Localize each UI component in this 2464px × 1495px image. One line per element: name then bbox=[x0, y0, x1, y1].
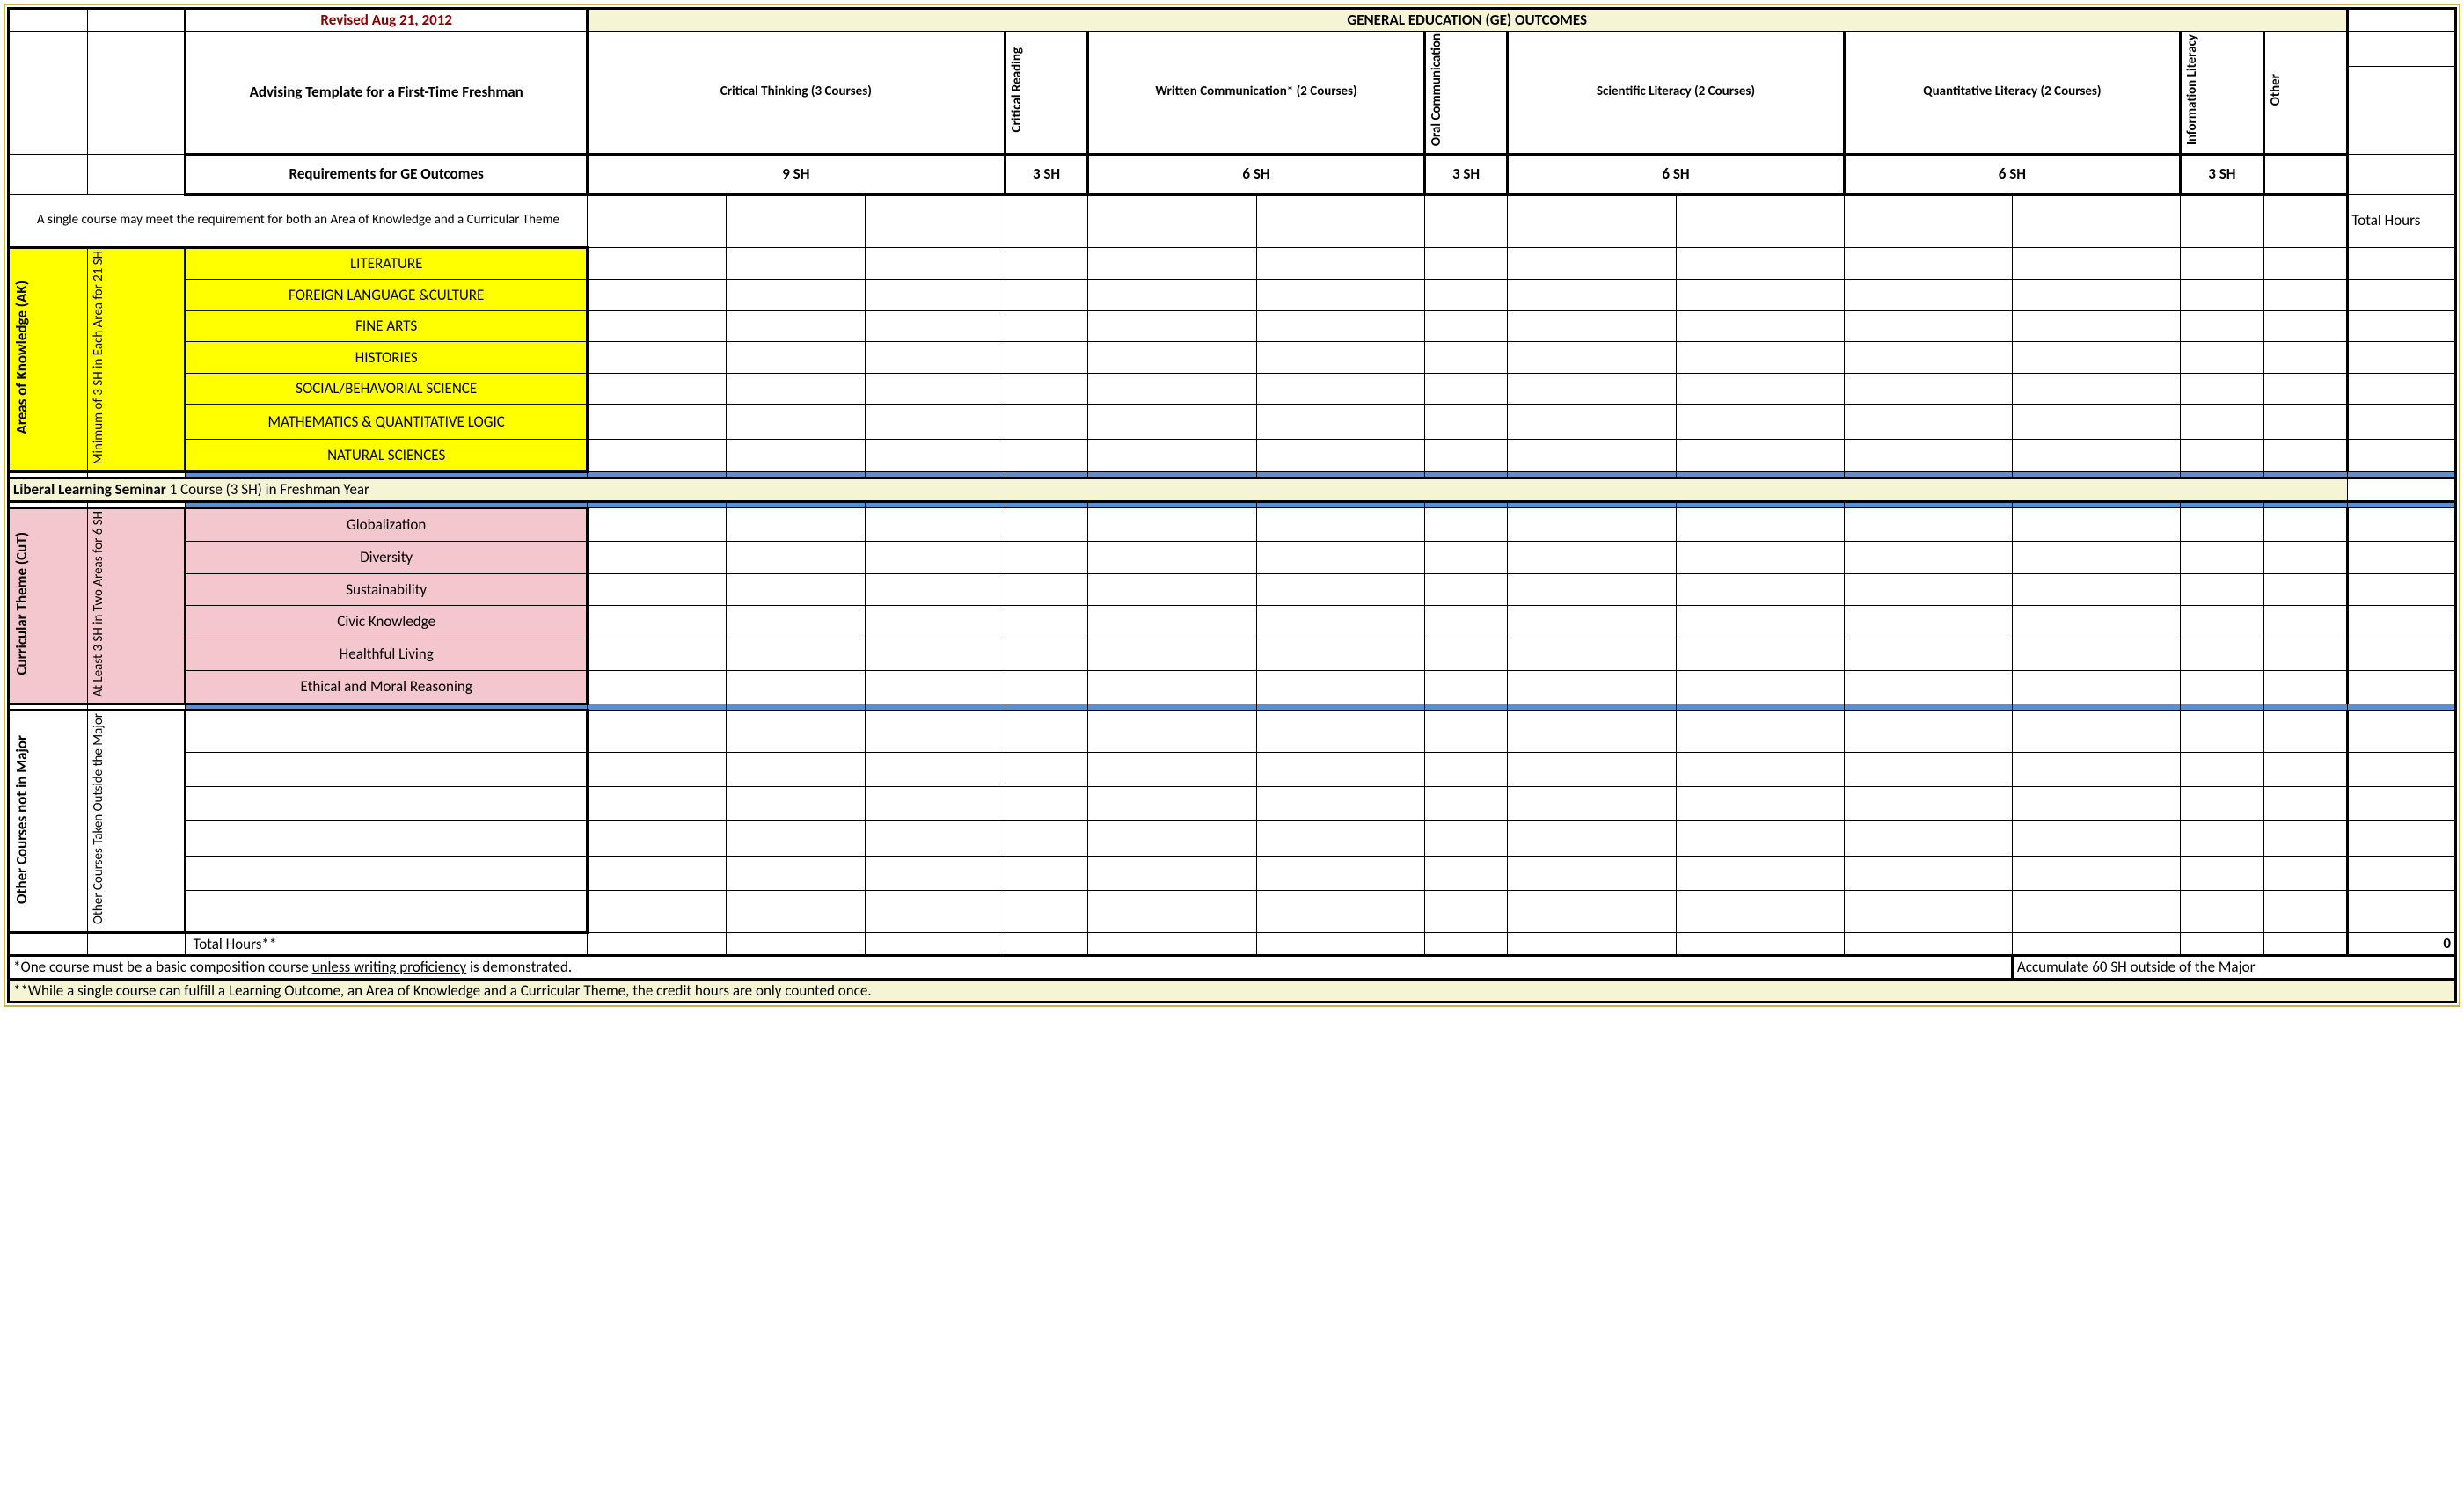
cut-req-label: At Least 3 SH in Two Areas for 6 SH bbox=[88, 507, 186, 704]
ge-outcomes-title: GENERAL EDUCATION (GE) OUTCOMES bbox=[587, 9, 2347, 32]
col-oral-comm: Oral Communication bbox=[1424, 31, 1508, 154]
sh-scientific: 6 SH bbox=[1508, 154, 1844, 194]
cut-row: Healthful Living bbox=[186, 638, 587, 671]
ak-row: LITERATURE bbox=[186, 247, 587, 280]
course-note: A single course may meet the requirement… bbox=[9, 194, 588, 247]
ak-row: FINE ARTS bbox=[186, 310, 587, 341]
footnote-credit-hours: **While a single course can fulfill a Le… bbox=[9, 979, 2456, 1003]
other-sub-label: Other Courses Taken Outside the Major bbox=[88, 711, 186, 932]
sh-quant: 6 SH bbox=[1844, 154, 2180, 194]
lls-row: Liberal Learning Seminar 1 Course (3 SH)… bbox=[9, 478, 2348, 502]
total-hours-header: Total Hours bbox=[2347, 194, 2455, 247]
col-critical-thinking: Critical Thinking (3 Courses) bbox=[587, 31, 1005, 154]
sh-oral: 3 SH bbox=[1424, 154, 1508, 194]
ak-row: MATHEMATICS & QUANTITATIVE LOGIC bbox=[186, 405, 587, 440]
sh-critical-thinking: 9 SH bbox=[587, 154, 1005, 194]
cut-section-label: Curricular Theme (CuT) bbox=[9, 507, 88, 704]
cut-row: Ethical and Moral Reasoning bbox=[186, 670, 587, 704]
cut-row: Sustainability bbox=[186, 573, 587, 606]
ak-row: HISTORIES bbox=[186, 342, 587, 373]
ak-row: SOCIAL/BEHAVORIAL SCIENCE bbox=[186, 373, 587, 404]
revised-date: Revised Aug 21, 2012 bbox=[186, 9, 587, 32]
col-quantitative: Quantitative Literacy (2 Courses) bbox=[1844, 31, 2180, 154]
req-label: Requirements for GE Outcomes bbox=[186, 154, 587, 194]
ak-req-label: Minimum of 3 SH in Each Area for 21 SH bbox=[88, 247, 186, 472]
cut-row: Globalization bbox=[186, 507, 587, 541]
ak-row: FOREIGN LANGUAGE &CULTURE bbox=[186, 280, 587, 310]
sh-critical-reading: 3 SH bbox=[1005, 154, 1088, 194]
col-critical-reading: Critical Reading bbox=[1005, 31, 1088, 154]
sh-info: 3 SH bbox=[2181, 154, 2264, 194]
cut-row: Civic Knowledge bbox=[186, 606, 587, 638]
col-other: Other bbox=[2263, 31, 2347, 154]
advising-title: Advising Template for a First-Time Fresh… bbox=[186, 31, 587, 154]
other-section-label: Other Courses not in Major bbox=[9, 711, 88, 932]
advising-grid: Revised Aug 21, 2012 GENERAL EDUCATION (… bbox=[7, 7, 2457, 1003]
ak-row: NATURAL SCIENCES bbox=[186, 440, 587, 472]
footnote-accumulate: Accumulate 60 SH outside of the Major bbox=[2012, 956, 2455, 980]
col-info-literacy: Information Literacy bbox=[2181, 31, 2264, 154]
col-written-comm: Written Communication* (2 Courses) bbox=[1088, 31, 1424, 154]
col-scientific: Scientific Literacy (2 Courses) bbox=[1508, 31, 1844, 154]
cut-row: Diversity bbox=[186, 541, 587, 573]
sh-written: 6 SH bbox=[1088, 154, 1424, 194]
ak-section-label: Areas of Knowledge (AK) bbox=[9, 247, 88, 472]
total-hours-value: 0 bbox=[2347, 932, 2455, 956]
total-hours-label: Total Hours** bbox=[186, 932, 587, 956]
footnote-composition: *One course must be a basic composition … bbox=[9, 956, 2013, 980]
